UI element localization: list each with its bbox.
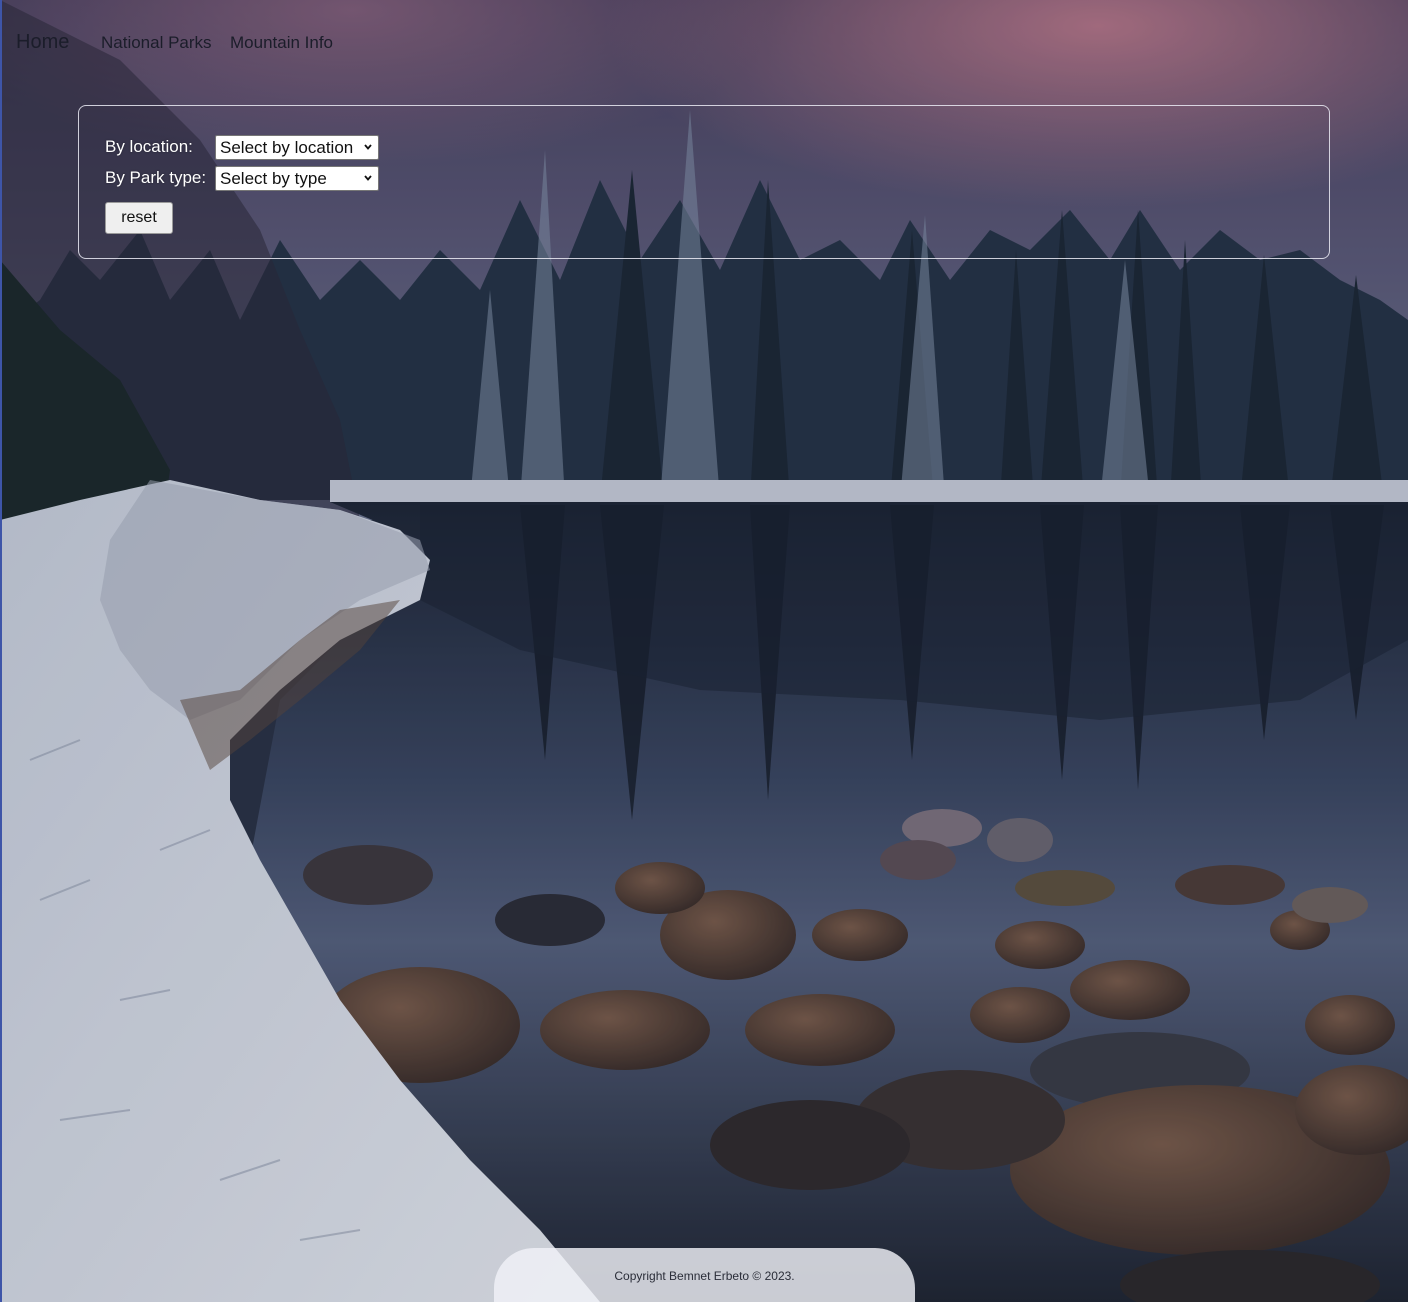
filter-panel: By location: Select by location By Park … [78,105,1330,259]
park-type-select[interactable]: Select by type [215,165,379,191]
chevron-down-icon [364,143,372,150]
park-type-filter-row: By Park type: Select by type [105,165,379,191]
reset-button[interactable]: reset [105,202,173,234]
chevron-down-icon [364,174,372,181]
nav-link-mountain-info[interactable]: Mountain Info [230,33,333,53]
location-filter-label: By location: [105,137,193,156]
footer: Copyright Bemnet Erbeto © 2023. [494,1248,915,1302]
top-navbar: Home National Parks Mountain Info [0,0,1408,88]
location-filter-row: By location: Select by location [105,134,379,160]
copyright-text: Copyright Bemnet Erbeto © 2023. [614,1269,795,1283]
nav-home-link[interactable]: Home [16,31,69,54]
park-type-filter-label: By Park type: [105,168,207,187]
park-type-select-value: Select by type [220,168,327,188]
location-select-value: Select by location [220,137,354,157]
location-select[interactable]: Select by location [215,134,379,160]
nav-link-national-parks[interactable]: National Parks [101,33,212,53]
